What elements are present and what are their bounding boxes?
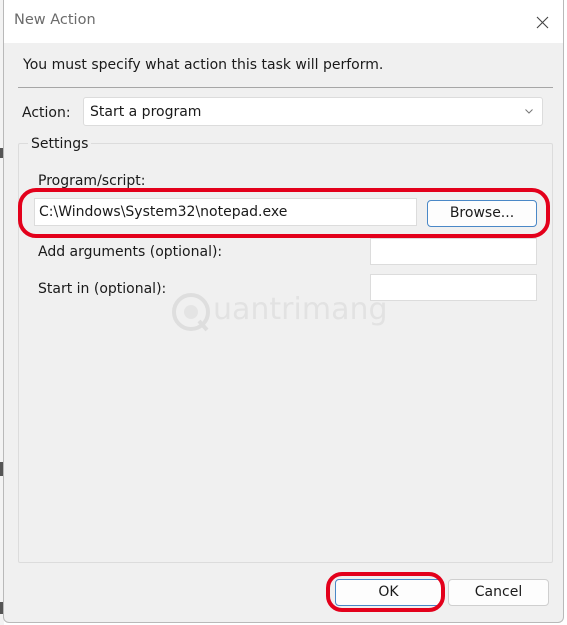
chevron-down-icon [525, 109, 533, 114]
action-label: Action: [22, 105, 71, 121]
ok-button[interactable]: OK [335, 579, 442, 606]
program-script-label: Program/script: [38, 173, 146, 189]
settings-group-label: Settings [28, 136, 92, 152]
divider [18, 87, 553, 88]
window-title: New Action [14, 12, 96, 28]
start-in-label: Start in (optional): [38, 281, 167, 297]
cancel-button[interactable]: Cancel [448, 579, 549, 606]
title-bar[interactable]: New Action [4, 0, 563, 43]
add-arguments-input[interactable] [370, 238, 537, 265]
close-icon [536, 16, 548, 28]
program-script-input[interactable]: C:\Windows\System32\notepad.exe [34, 198, 417, 226]
instruction-text: You must specify what action this task w… [23, 57, 384, 73]
program-script-value: C:\Windows\System32\notepad.exe [39, 204, 288, 220]
add-arguments-label: Add arguments (optional): [38, 244, 223, 260]
start-in-input[interactable] [370, 274, 537, 301]
action-dropdown[interactable]: Start a program [83, 97, 543, 126]
close-button[interactable] [527, 8, 557, 36]
action-selected-value: Start a program [90, 104, 202, 120]
browse-button[interactable]: Browse... [427, 200, 537, 227]
new-action-dialog: New Action You must specify what action … [3, 0, 564, 623]
